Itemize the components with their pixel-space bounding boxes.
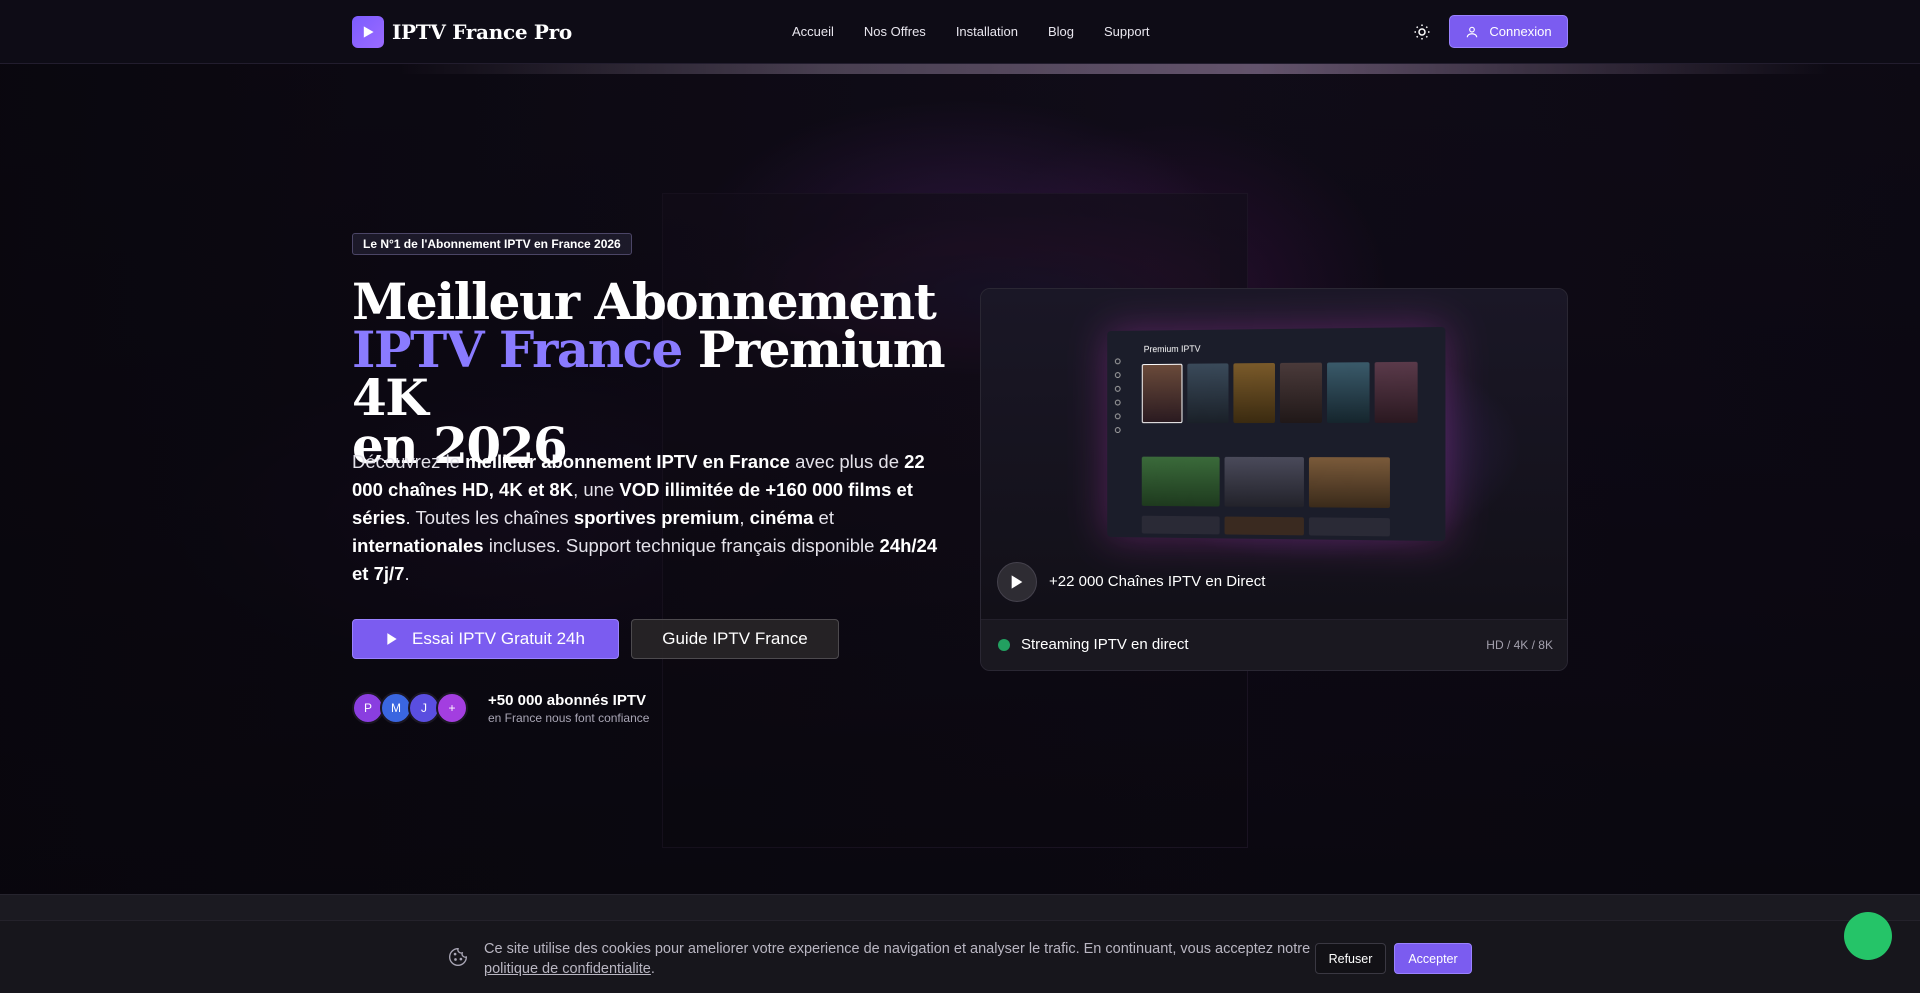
nav-support[interactable]: Support <box>1104 24 1150 39</box>
trust-title: +50 000 abonnés IPTV <box>488 692 646 709</box>
desc-bold: cinéma <box>749 507 814 528</box>
whatsapp-chat-button[interactable] <box>1844 912 1892 960</box>
nav-installation[interactable]: Installation <box>956 24 1018 39</box>
desc-bold: meilleur abonnement IPTV en France <box>465 451 790 472</box>
user-icon <box>1467 26 1478 37</box>
desc-text: avec plus de <box>789 451 905 472</box>
play-button[interactable] <box>997 562 1037 602</box>
logo-text: IPTV France Pro <box>392 20 572 44</box>
desc-bold: sportives premium <box>573 507 740 528</box>
subscriber-avatars: P M J + <box>352 692 468 724</box>
cookie-icon <box>449 947 468 966</box>
hero-description: Découvrez le meilleur abonnement IPTV en… <box>352 448 942 588</box>
nav-accueil[interactable]: Accueil <box>792 24 834 39</box>
background-dim <box>0 64 1920 894</box>
cookie-message: Ce site utilise des cookies pour amelior… <box>484 941 1311 957</box>
sun-icon[interactable] <box>1413 23 1431 41</box>
tv-screen-title: Premium IPTV <box>1143 343 1201 355</box>
desc-text: , une <box>573 479 620 500</box>
refuse-cookies-button[interactable]: Refuser <box>1315 943 1386 974</box>
guide-button[interactable]: Guide IPTV France <box>631 619 839 659</box>
shelf-light <box>400 64 1830 74</box>
tv-sidebar <box>1114 358 1125 476</box>
login-label: Connexion <box>1489 24 1552 39</box>
nav-nos-offres[interactable]: Nos Offres <box>864 24 926 39</box>
stream-status: Streaming IPTV en direct <box>1021 636 1189 653</box>
guide-label: Guide IPTV France <box>662 629 808 648</box>
privacy-policy-link[interactable]: politique de confidentialite <box>484 961 651 977</box>
video-card-footer: Streaming IPTV en direct HD / 4K / 8K <box>981 619 1567 670</box>
login-button[interactable]: Connexion <box>1449 15 1568 48</box>
live-status-dot <box>998 639 1010 651</box>
main-nav: Accueil Nos Offres Installation Blog Sup… <box>792 24 1150 39</box>
desc-bold: internationales <box>352 535 484 556</box>
hero-badge: Le N°1 de l'Abonnement IPTV en France 20… <box>352 233 632 255</box>
tv-bottom-row <box>1141 515 1390 537</box>
free-trial-label: Essai IPTV Gratuit 24h <box>412 629 585 648</box>
tv-screen-image: Premium IPTV <box>1107 326 1446 542</box>
tv-poster-row <box>1141 361 1418 424</box>
play-icon <box>1011 575 1023 589</box>
cookie-banner: Ce site utilise des cookies pour amelior… <box>0 894 1920 993</box>
desc-text: , <box>739 507 750 528</box>
play-icon <box>387 633 397 645</box>
cookie-message-end: . <box>650 961 655 977</box>
free-trial-button[interactable]: Essai IPTV Gratuit 24h <box>352 619 619 659</box>
desc-text: . <box>404 563 410 584</box>
video-card: Premium IPTV +22 000 Chaînes IPTV en Dir… <box>980 288 1568 671</box>
logo[interactable]: IPTV France Pro <box>352 16 572 48</box>
video-preview[interactable]: Premium IPTV +22 000 Chaînes IPTV en Dir… <box>981 289 1567 619</box>
play-label: +22 000 Chaînes IPTV en Direct <box>1049 573 1266 590</box>
play-logo-icon <box>352 16 384 48</box>
trust-subtitle: en France nous font confiance <box>488 711 650 725</box>
cookie-top-band <box>0 895 1920 921</box>
desc-text: incluses. Support technique français dis… <box>483 535 880 556</box>
site-header: IPTV France Pro Accueil Nos Offres Insta… <box>0 0 1920 64</box>
desc-text: . Toutes les chaînes <box>405 507 574 528</box>
avatar: + <box>436 692 468 724</box>
accept-cookies-button[interactable]: Accepter <box>1394 943 1472 974</box>
tv-sports-row <box>1141 456 1390 508</box>
cookie-text: Ce site utilise des cookies pour amelior… <box>484 939 1314 979</box>
desc-text: et <box>813 507 834 528</box>
nav-blog[interactable]: Blog <box>1048 24 1074 39</box>
hero-title: Meilleur Abonnement IPTV France Premium … <box>352 277 952 471</box>
desc-text: Découvrez le <box>352 451 466 472</box>
quality-label: HD / 4K / 8K <box>1486 638 1553 652</box>
